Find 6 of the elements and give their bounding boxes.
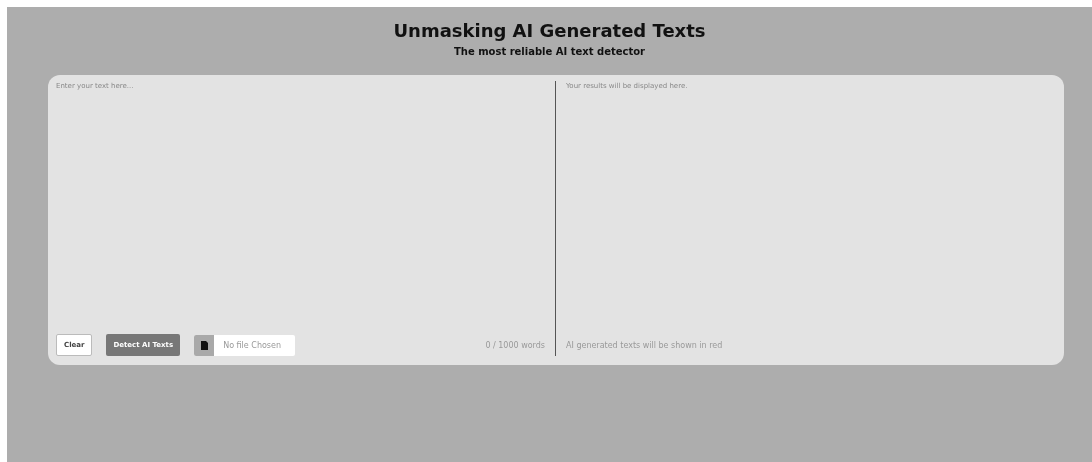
page-title: Unmasking AI Generated Texts	[393, 20, 706, 41]
file-picker[interactable]: No file Chosen	[194, 334, 296, 356]
page-subtitle: The most reliable AI text detector	[453, 46, 646, 57]
results-note: AI generated texts will be shown in red	[566, 339, 724, 352]
file-icon	[200, 340, 208, 350]
word-count: 0 / 1000 words	[485, 340, 545, 350]
